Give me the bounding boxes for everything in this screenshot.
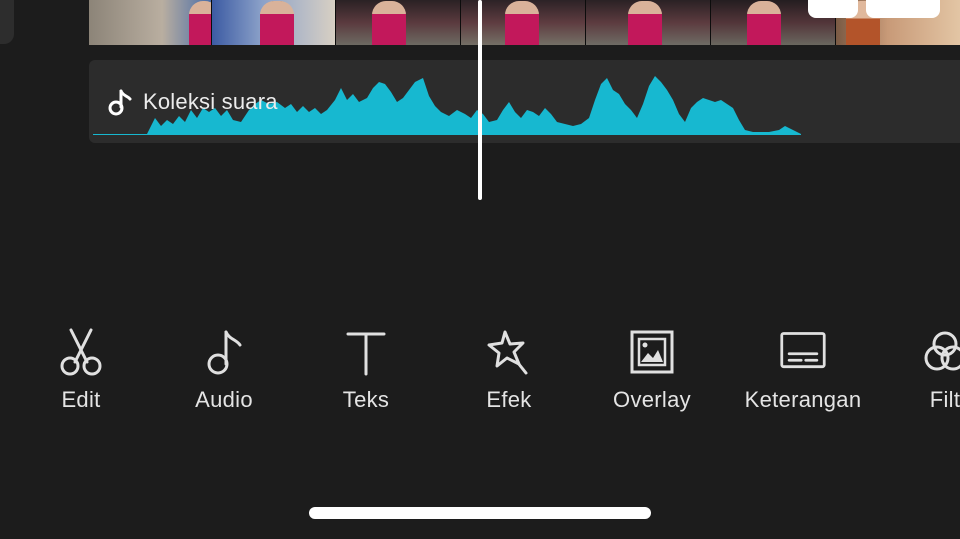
bottom-toolbar: Edit Audio Teks Efek Overlay Keterangan … <box>0 325 960 425</box>
tool-effects-label: Efek <box>486 387 532 412</box>
music-note-icon <box>107 88 133 116</box>
captions-icon <box>779 325 827 377</box>
video-frame <box>89 0 212 45</box>
audio-track[interactable]: Koleksi suara <box>89 60 960 143</box>
tool-captions[interactable]: Keterangan <box>733 325 873 413</box>
tool-overlay[interactable]: Overlay <box>582 325 722 413</box>
image-overlay-icon <box>628 325 676 377</box>
video-frame <box>586 0 711 45</box>
home-indicator[interactable] <box>309 507 651 519</box>
tool-filters[interactable]: Filt <box>875 325 960 413</box>
tool-effects[interactable]: Efek <box>439 325 579 413</box>
video-editor-screen: Koleksi suara Edit Audio Teks Efek Overl… <box>0 0 960 539</box>
music-note-icon <box>200 325 248 377</box>
text-icon <box>342 325 390 377</box>
scissors-icon <box>57 325 105 377</box>
playhead[interactable] <box>478 0 482 200</box>
tool-overlay-label: Overlay <box>613 387 691 412</box>
tool-audio-label: Audio <box>195 387 253 412</box>
sparkle-star-icon <box>485 325 533 377</box>
tool-filters-label: Filt <box>929 387 960 412</box>
toolbar-button[interactable] <box>866 0 940 18</box>
tool-text[interactable]: Teks <box>296 325 436 413</box>
audio-track-title: Koleksi suara <box>143 89 278 114</box>
filters-icon <box>921 325 960 377</box>
tool-text-label: Teks <box>342 387 390 412</box>
video-frame <box>336 0 461 45</box>
tool-captions-label: Keterangan <box>744 387 862 412</box>
video-frame <box>212 0 336 45</box>
tool-edit[interactable]: Edit <box>11 325 151 413</box>
tool-edit-label: Edit <box>61 387 101 412</box>
audio-track-label: Koleksi suara <box>107 88 278 116</box>
panel-edge <box>0 0 14 44</box>
tool-audio[interactable]: Audio <box>154 325 294 413</box>
toolbar-button[interactable] <box>808 0 858 18</box>
